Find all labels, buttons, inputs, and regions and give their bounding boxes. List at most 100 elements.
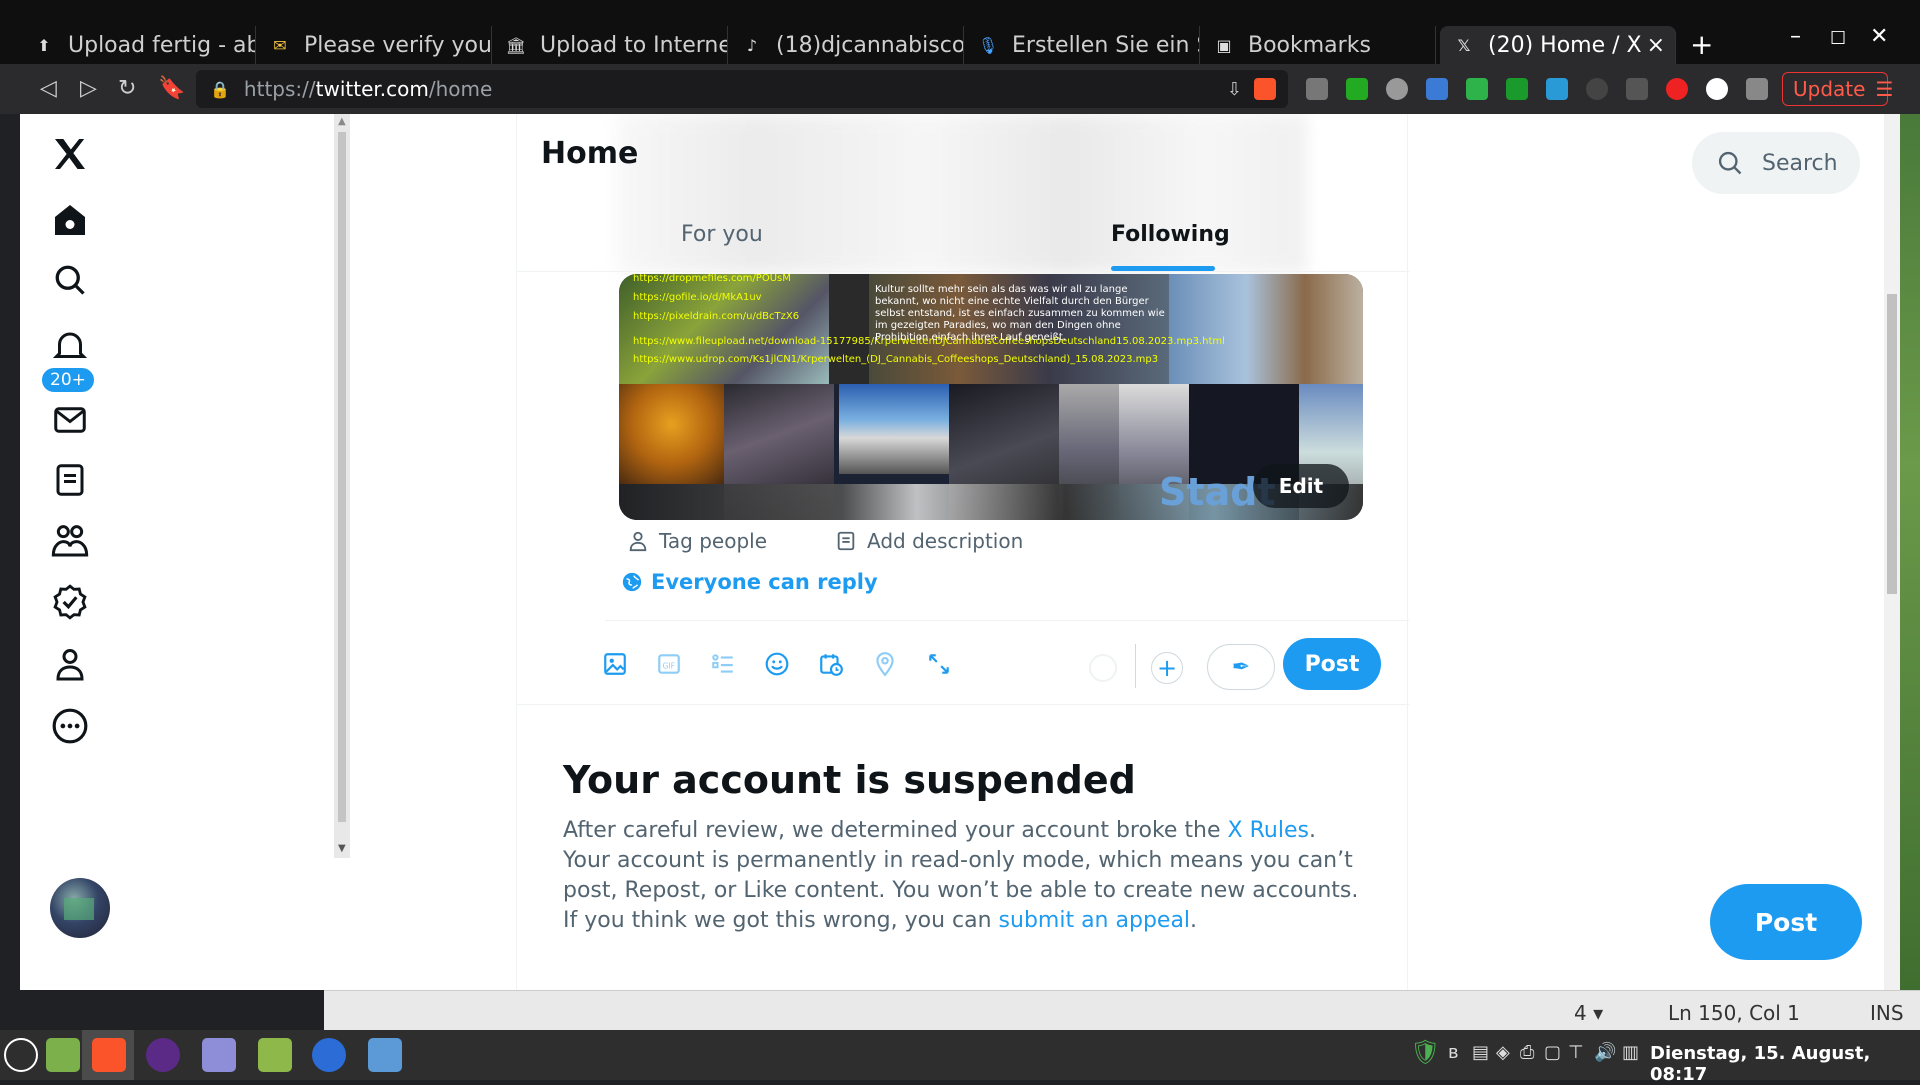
url-prefix: https:// [243, 77, 316, 101]
back-icon[interactable]: ◁ [40, 76, 57, 101]
add-post-plus-icon[interactable]: + [1151, 652, 1183, 684]
twitter-page: 20+ ▲ ▼ Home For you Following https://d… [20, 114, 1900, 990]
shield-tray-icon[interactable]: ◈ [1496, 1042, 1510, 1063]
download-extension-icon[interactable] [1506, 78, 1528, 100]
notifications-bell-icon[interactable] [48, 324, 92, 368]
sidebar-scrollbar[interactable]: ▲ ▼ [334, 114, 350, 858]
brave-shield-icon[interactable] [1254, 78, 1276, 100]
verified-badge-icon[interactable] [48, 580, 92, 624]
search-box[interactable]: Search [1692, 132, 1860, 194]
security-tray-icon[interactable]: 🛡 [1410, 1038, 1440, 1066]
tab-following[interactable]: Following [1111, 222, 1230, 247]
poll-icon[interactable] [709, 650, 737, 678]
editor-status-bar: 4 ▾ Ln 150, Col 1 INS [324, 990, 1920, 1030]
home-icon[interactable] [48, 198, 92, 242]
add-description-label: Add description [867, 529, 1024, 553]
communities-icon[interactable] [48, 518, 92, 562]
network-tray-icon[interactable]: ⊤ [1568, 1042, 1584, 1063]
floating-post-button[interactable]: Post [1710, 884, 1862, 960]
address-bar[interactable]: 🔒 https://twitter.com/home ⇩ ⤴ [196, 70, 1288, 108]
extension-2-icon[interactable] [1346, 78, 1368, 100]
maximize-icon[interactable]: ☐ [1830, 28, 1846, 49]
blocker-icon[interactable] [1666, 78, 1688, 100]
emoji-icon[interactable] [763, 650, 791, 678]
editor-taskbar-icon[interactable] [368, 1038, 402, 1072]
x-rules-link[interactable]: X Rules [1228, 818, 1309, 843]
brave-taskbar-icon[interactable] [92, 1038, 126, 1072]
notes-taskbar-icon[interactable] [202, 1038, 236, 1072]
scroll-up-arrow-icon[interactable]: ▲ [338, 116, 346, 127]
downloads-icon[interactable] [1626, 78, 1648, 100]
location-icon[interactable] [871, 650, 899, 678]
forward-icon[interactable]: ▷ [80, 76, 97, 101]
close-window-icon[interactable]: ✕ [1870, 24, 1888, 49]
device-tray-icon[interactable]: ▢ [1544, 1042, 1561, 1063]
toolbar-separator [1135, 644, 1136, 688]
reload-icon[interactable]: ↻ [118, 76, 136, 101]
translate-icon[interactable] [1426, 78, 1448, 100]
tab-erstellen[interactable]: 🎙 Erstellen Sie ein St [964, 26, 1200, 64]
sidebar-scroll-thumb[interactable] [338, 132, 346, 822]
gif-icon[interactable]: GIF [655, 650, 683, 678]
new-tab-button[interactable]: + [1690, 28, 1713, 61]
more-options-icon[interactable] [48, 704, 92, 748]
mint-menu-icon[interactable] [4, 1038, 38, 1072]
puzzle-icon[interactable] [1746, 78, 1768, 100]
bookmark-page-icon[interactable]: 🔖 [158, 76, 185, 101]
tab-please-verify[interactable]: ✉ Please verify your e [256, 26, 492, 64]
page-scroll-thumb[interactable] [1887, 294, 1897, 594]
expand-icon[interactable] [925, 650, 953, 678]
mail-icon: ✉ [273, 35, 287, 55]
url-host: twitter.com [315, 77, 429, 101]
system-clock[interactable]: Dienstag, 15. August, 08:17 [1650, 1043, 1920, 1085]
install-app-icon[interactable]: ⇩ [1227, 79, 1242, 100]
bluetooth-tray-icon[interactable]: ʙ [1448, 1042, 1458, 1063]
clipboard-tray-icon[interactable]: ▤ [1472, 1042, 1489, 1063]
tab-tiktok[interactable]: ♪ (18)djcannabiscoffe [728, 26, 964, 64]
tab-width-selector[interactable]: 4 ▾ [1574, 1001, 1603, 1025]
image-upload-icon[interactable] [601, 650, 629, 678]
shield-extension-icon[interactable] [1466, 78, 1488, 100]
extension-dark-icon[interactable] [1586, 78, 1608, 100]
tab-bookmarks[interactable]: ▣ Bookmarks [1200, 26, 1436, 64]
tor-taskbar-icon[interactable] [146, 1038, 180, 1072]
x-logo-icon[interactable] [48, 132, 92, 176]
media-attachment[interactable]: https://dropmefiles.com/POUsM https://go… [619, 274, 1363, 520]
page-scrollbar[interactable] [1884, 114, 1900, 990]
edit-media-button[interactable]: Edit [1253, 464, 1349, 508]
reply-setting-button[interactable]: Everyone can reply [621, 570, 878, 594]
quill-compose-icon[interactable]: ✒ [1207, 644, 1275, 690]
notes-tray-icon[interactable]: ▥ [1622, 1042, 1639, 1063]
schedule-icon[interactable] [817, 650, 845, 678]
update-button[interactable]: Update ☰ [1782, 72, 1893, 106]
search-icon [1718, 151, 1742, 175]
svg-text:GIF: GIF [663, 661, 675, 670]
extension-w-icon[interactable] [1386, 78, 1408, 100]
tab-home-x[interactable]: 𝕏 (20) Home / X × [1440, 26, 1676, 64]
lists-icon[interactable] [48, 458, 92, 502]
record-icon[interactable] [1706, 78, 1728, 100]
printer-tray-icon[interactable]: ⎙ [1520, 1042, 1534, 1063]
tab-upload-internet[interactable]: 🏛 Upload to Internet [492, 26, 728, 64]
explore-search-icon[interactable] [48, 258, 92, 302]
thunderbird-taskbar-icon[interactable] [312, 1038, 346, 1072]
messages-envelope-icon[interactable] [48, 398, 92, 442]
close-tab-icon[interactable]: × [1647, 33, 1665, 58]
extension-blue-icon[interactable] [1546, 78, 1568, 100]
tag-people-button[interactable]: Tag people [627, 529, 767, 553]
show-desktop-icon[interactable] [46, 1038, 80, 1072]
scroll-down-arrow-icon[interactable]: ▼ [338, 843, 346, 854]
files-taskbar-icon[interactable] [258, 1038, 292, 1072]
add-description-button[interactable]: Add description [835, 529, 1023, 553]
post-button[interactable]: Post [1283, 638, 1381, 690]
tab-upload-fertig[interactable]: ⬆ Upload fertig - ablc [20, 26, 256, 64]
profile-icon[interactable] [48, 642, 92, 686]
extension-1-icon[interactable] [1306, 78, 1328, 100]
tab-for-you[interactable]: For you [681, 222, 763, 247]
media-photo [1169, 274, 1363, 384]
minimize-icon[interactable]: – [1790, 24, 1801, 49]
lock-icon: 🔒 [210, 79, 230, 99]
volume-tray-icon[interactable]: 🔊 [1594, 1042, 1616, 1063]
account-avatar[interactable] [50, 878, 110, 938]
submit-appeal-link[interactable]: submit an appeal [999, 908, 1191, 933]
